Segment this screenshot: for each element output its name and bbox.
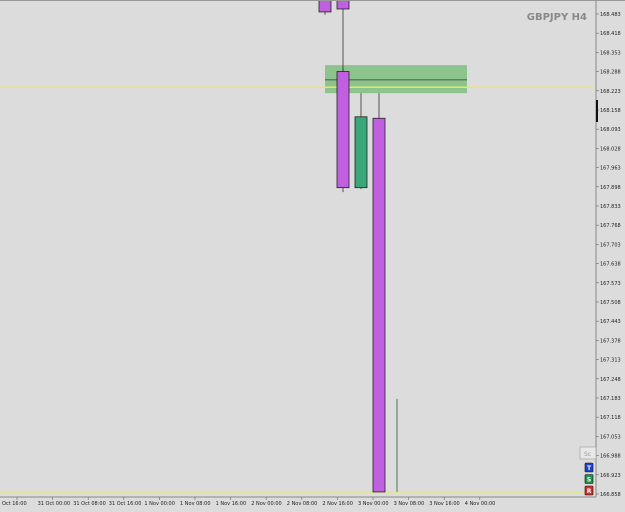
x-tick-label: 1 Nov 08:00 bbox=[180, 501, 211, 507]
y-tick-label: 168.288 bbox=[600, 70, 621, 76]
y-tick-label: 168.418 bbox=[600, 31, 621, 37]
y-tick-label: 166.923 bbox=[600, 473, 621, 479]
y-tick-label: 168.223 bbox=[600, 89, 621, 95]
chart-button-s[interactable]: S bbox=[584, 474, 594, 484]
y-tick-label: 167.443 bbox=[600, 319, 621, 325]
y-tick-label: 167.573 bbox=[600, 281, 621, 287]
candle-body[interactable] bbox=[372, 117, 386, 493]
y-tick-label: 167.898 bbox=[600, 185, 621, 191]
x-tick-label: 2 Nov 16:00 bbox=[322, 501, 353, 507]
y-tick-label: 168.483 bbox=[600, 12, 621, 18]
y-tick-label: 167.053 bbox=[600, 434, 621, 440]
y-tick-label: 168.028 bbox=[600, 146, 621, 152]
y-tick-label: 168.353 bbox=[600, 50, 621, 56]
x-tick-label: 2 Nov 08:00 bbox=[287, 501, 318, 507]
chart-title: GBPJPY H4 bbox=[527, 12, 587, 23]
x-tick-label: 1 Nov 16:00 bbox=[216, 501, 247, 507]
y-tick-label: 168.093 bbox=[600, 127, 621, 133]
x-tick-label: 31 Oct 16:00 bbox=[109, 501, 142, 507]
y-tick-label: 166.988 bbox=[600, 454, 621, 460]
x-tick-label: 31 Oct 08:00 bbox=[73, 501, 106, 507]
y-tick-label: 168.158 bbox=[600, 108, 621, 114]
y-tick-label: 167.248 bbox=[600, 377, 621, 383]
y-tick-label: 167.378 bbox=[600, 338, 621, 344]
x-tick-label: 31 Oct 00:00 bbox=[38, 501, 71, 507]
x-tick-label: 4 Nov 00:00 bbox=[465, 501, 496, 507]
candle-body[interactable] bbox=[336, 71, 350, 189]
chart-button-t[interactable]: T bbox=[584, 462, 594, 473]
x-tick-label: Oct 16:00 bbox=[2, 501, 27, 507]
candle-body[interactable] bbox=[336, 0, 350, 10]
y-tick-label: 167.183 bbox=[600, 396, 621, 402]
price-chart[interactable]: 168.483 168.418 168.353 168.288 168.223 168.1… bbox=[0, 0, 625, 512]
chart-button-label: R bbox=[587, 488, 592, 495]
x-tick-label: 3 Nov 16:00 bbox=[429, 501, 460, 507]
y-tick-label: 166.858 bbox=[600, 492, 621, 498]
plot-background bbox=[0, 0, 596, 497]
y-tick-label: 167.833 bbox=[600, 204, 621, 210]
x-tick-label: 3 Nov 00:00 bbox=[358, 501, 389, 507]
y-tick-label: 167.963 bbox=[600, 166, 621, 172]
x-tick-label: 2 Nov 00:00 bbox=[251, 501, 282, 507]
x-tick-label: 1 Nov 00:00 bbox=[144, 501, 175, 507]
y-tick-label: 167.118 bbox=[600, 415, 621, 421]
candle-body[interactable] bbox=[318, 0, 332, 13]
current-price-marker bbox=[596, 100, 598, 122]
y-tick-label: 167.768 bbox=[600, 223, 621, 229]
y-tick-label: 167.313 bbox=[600, 358, 621, 364]
y-tick-label: 167.508 bbox=[600, 300, 621, 306]
y-tick-label: 167.703 bbox=[600, 242, 621, 248]
scroll-label: Sc bbox=[584, 451, 591, 458]
y-tick-label: 167.638 bbox=[600, 262, 621, 268]
scroll-box[interactable]: Sc bbox=[579, 446, 597, 460]
x-tick-label: 3 Nov 08:00 bbox=[394, 501, 425, 507]
chart-button-label: S bbox=[587, 477, 591, 484]
candle-body[interactable] bbox=[354, 116, 368, 189]
chart-button-r[interactable]: R bbox=[584, 485, 594, 496]
